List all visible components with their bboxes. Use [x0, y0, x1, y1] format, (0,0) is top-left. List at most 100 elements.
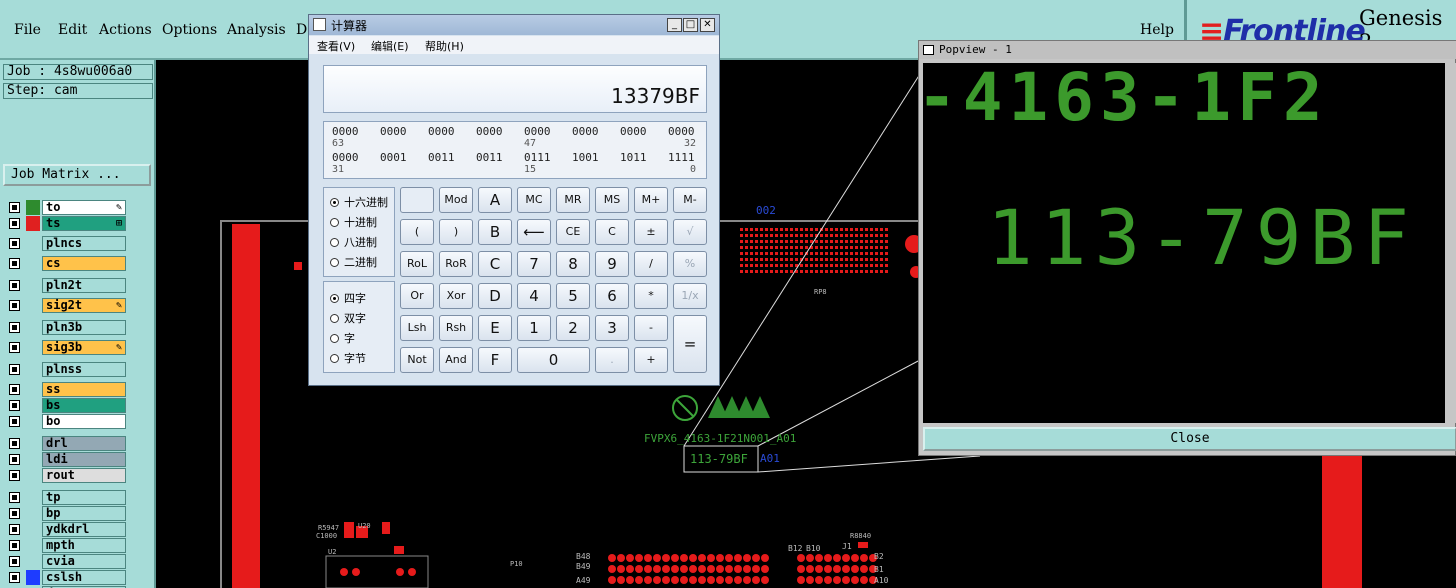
- equals-button[interactable]: =: [673, 315, 707, 373]
- layer-name[interactable]: sig3b ✎: [42, 340, 126, 355]
- menu-d[interactable]: D: [296, 22, 307, 38]
- mminus-button[interactable]: M-: [673, 187, 707, 213]
- digit-2-button[interactable]: 2: [556, 315, 590, 341]
- menu-edit[interactable]: Edit: [58, 22, 87, 38]
- subtract-button[interactable]: -: [634, 315, 668, 341]
- lsh-button[interactable]: Lsh: [400, 315, 434, 341]
- layer-row-cslsh[interactable]: cslsh: [6, 570, 126, 585]
- menu-analysis[interactable]: Analysis: [227, 22, 286, 38]
- digit-5-button[interactable]: 5: [556, 283, 590, 309]
- rol-button[interactable]: RoL: [400, 251, 434, 277]
- layer-name[interactable]: cs: [42, 256, 126, 271]
- menu-help[interactable]: Help: [1140, 22, 1174, 38]
- job-matrix-button[interactable]: Job Matrix ...: [3, 164, 151, 186]
- layer-row-to[interactable]: to ✎: [6, 200, 126, 215]
- digit-1-button[interactable]: 1: [517, 315, 551, 341]
- hex-a-button[interactable]: A: [478, 187, 512, 213]
- layer-checkbox[interactable]: [9, 322, 20, 333]
- clear-button[interactable]: C: [595, 219, 629, 245]
- hex-c-button[interactable]: C: [478, 251, 512, 277]
- layer-name[interactable]: plncs: [42, 236, 126, 251]
- layer-checkbox[interactable]: [9, 218, 20, 229]
- layer-name[interactable]: ts ⊞: [42, 216, 126, 231]
- popview-close-button[interactable]: Close: [923, 427, 1456, 451]
- layer-row-rout[interactable]: rout: [6, 468, 126, 483]
- layer-row-ss[interactable]: ss: [6, 382, 126, 397]
- layer-name[interactable]: cslsh: [42, 570, 126, 585]
- reciprocal-button[interactable]: 1/x: [673, 283, 707, 309]
- radio-dec[interactable]: 十进制: [330, 214, 377, 230]
- ror-button[interactable]: RoR: [439, 251, 473, 277]
- layer-name[interactable]: mpth: [42, 538, 126, 553]
- layer-color-swatch[interactable]: [26, 216, 40, 231]
- rsh-button[interactable]: Rsh: [439, 315, 473, 341]
- layer-row-ydkdrl[interactable]: ydkdrl: [6, 522, 126, 537]
- menu-edit-calc[interactable]: 编辑(E): [371, 38, 409, 54]
- layer-row-bs[interactable]: bs: [6, 398, 126, 413]
- popview-titlebar[interactable]: Popview - 1: [919, 41, 1456, 59]
- layer-name[interactable]: bp: [42, 506, 126, 521]
- hex-e-button[interactable]: E: [478, 315, 512, 341]
- layer-row-plncs[interactable]: plncs: [6, 236, 126, 251]
- layer-checkbox[interactable]: [9, 508, 20, 519]
- or-button[interactable]: Or: [400, 283, 434, 309]
- layer-color-swatch[interactable]: [26, 570, 40, 585]
- ce-button[interactable]: CE: [556, 219, 590, 245]
- radio-byte[interactable]: 字节: [330, 350, 366, 366]
- sqrt-button[interactable]: √: [673, 219, 707, 245]
- close-button[interactable]: ✕: [700, 18, 715, 32]
- layer-checkbox[interactable]: [9, 238, 20, 249]
- layer-name[interactable]: drl: [42, 436, 126, 451]
- hex-d-button[interactable]: D: [478, 283, 512, 309]
- layer-row-plnss[interactable]: plnss: [6, 362, 126, 377]
- layer-name[interactable]: to ✎: [42, 200, 126, 215]
- menu-actions[interactable]: Actions: [99, 22, 152, 38]
- layer-checkbox[interactable]: [9, 280, 20, 291]
- xor-button[interactable]: Xor: [439, 283, 473, 309]
- radio-oct[interactable]: 八进制: [330, 234, 377, 250]
- calculator-titlebar[interactable]: 计算器 _ □ ✕: [309, 15, 719, 35]
- layer-checkbox[interactable]: [9, 384, 20, 395]
- lparen-button[interactable]: (: [400, 219, 434, 245]
- layer-row-tp[interactable]: tp: [6, 490, 126, 505]
- layer-checkbox[interactable]: [9, 258, 20, 269]
- layer-checkbox[interactable]: [9, 342, 20, 353]
- radio-dword[interactable]: 双字: [330, 310, 366, 326]
- popview-canvas[interactable]: -4163-1F2 113-79BF: [923, 63, 1445, 423]
- ms-button[interactable]: MS: [595, 187, 629, 213]
- digit-3-button[interactable]: 3: [595, 315, 629, 341]
- layer-row-bo[interactable]: bo: [6, 414, 126, 429]
- menu-options[interactable]: Options: [162, 22, 217, 38]
- layer-name[interactable]: sig2t ✎: [42, 298, 126, 313]
- layer-row-ldi[interactable]: ldi: [6, 452, 126, 467]
- mr-button[interactable]: MR: [556, 187, 590, 213]
- layer-row-cs[interactable]: cs: [6, 256, 126, 271]
- layer-row-pln3b[interactable]: pln3b: [6, 320, 126, 335]
- mplus-button[interactable]: M+: [634, 187, 668, 213]
- layer-name[interactable]: bs: [42, 398, 126, 413]
- layer-name[interactable]: tp: [42, 490, 126, 505]
- digit-4-button[interactable]: 4: [517, 283, 551, 309]
- hex-b-button[interactable]: B: [478, 219, 512, 245]
- layer-checkbox[interactable]: [9, 524, 20, 535]
- layer-row-ts[interactable]: ts ⊞: [6, 216, 126, 231]
- layer-row-bp[interactable]: bp: [6, 506, 126, 521]
- digit-8-button[interactable]: 8: [556, 251, 590, 277]
- layer-color-swatch[interactable]: [26, 200, 40, 215]
- digit-9-button[interactable]: 9: [595, 251, 629, 277]
- multiply-button[interactable]: *: [634, 283, 668, 309]
- layer-checkbox[interactable]: [9, 416, 20, 427]
- layer-checkbox[interactable]: [9, 470, 20, 481]
- layer-checkbox[interactable]: [9, 438, 20, 449]
- add-button[interactable]: +: [634, 347, 668, 373]
- mc-button[interactable]: MC: [517, 187, 551, 213]
- layer-checkbox[interactable]: [9, 556, 20, 567]
- radio-hex[interactable]: 十六进制: [330, 194, 388, 210]
- layer-row-pln2t[interactable]: pln2t: [6, 278, 126, 293]
- layer-row-mpth[interactable]: mpth: [6, 538, 126, 553]
- layer-checkbox[interactable]: [9, 492, 20, 503]
- layer-checkbox[interactable]: [9, 454, 20, 465]
- divide-button[interactable]: /: [634, 251, 668, 277]
- menu-help-calc[interactable]: 帮助(H): [425, 38, 464, 54]
- rparen-button[interactable]: ): [439, 219, 473, 245]
